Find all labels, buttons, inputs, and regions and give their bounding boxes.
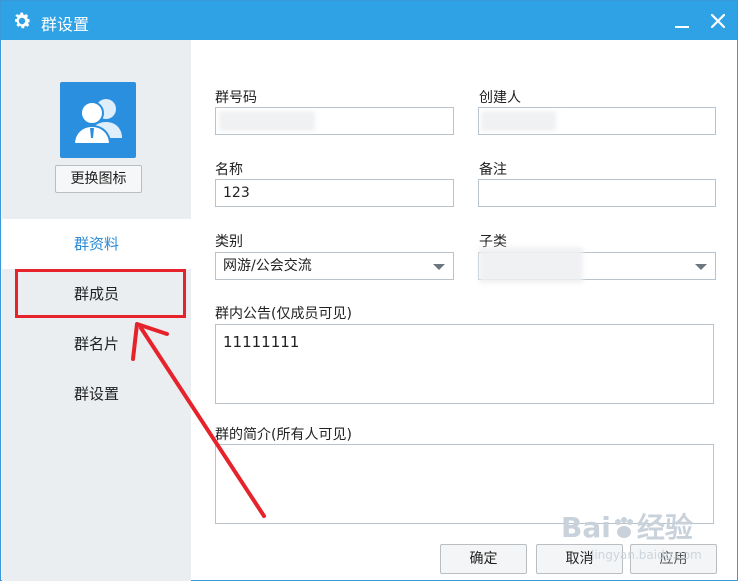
- watermark-url: jingyan.baidu.com: [591, 548, 702, 562]
- remark-label: 备注: [479, 162, 507, 178]
- group-number-label: 群号码: [215, 90, 257, 106]
- intro-label: 群的简介(所有人可见): [215, 427, 352, 443]
- watermark-brand-2: 经验: [636, 511, 693, 544]
- baidu-jingyan-watermark: Bai 经验 jingyan.baidu.com: [561, 506, 736, 566]
- gear-icon: [15, 12, 31, 29]
- name-field[interactable]: 123: [215, 179, 454, 207]
- ok-button[interactable]: 确定: [440, 544, 527, 574]
- name-label: 名称: [215, 162, 243, 178]
- sidebar-item-group-settings[interactable]: 群设置: [2, 369, 191, 419]
- redacted-creator: [481, 111, 556, 131]
- chevron-down-icon: [433, 264, 445, 270]
- category-select[interactable]: 网游/公会交流: [215, 252, 454, 280]
- creator-label: 创建人: [479, 90, 521, 106]
- sidebar-item-group-info[interactable]: 群资料: [2, 219, 191, 269]
- category-value: 网游/公会交流: [223, 258, 312, 274]
- announcement-label: 群内公告(仅成员可见): [215, 306, 352, 322]
- remark-field[interactable]: [478, 179, 716, 207]
- close-icon[interactable]: [706, 9, 730, 33]
- group-users-icon: [72, 99, 122, 145]
- group-settings-window: 群设置 更换图标 群资料 群成员 群名片 群设置 群号码 名称 123 类别 网…: [0, 0, 738, 581]
- category-label: 类别: [215, 234, 243, 250]
- chevron-down-icon: [695, 264, 707, 270]
- paw-icon: [614, 517, 633, 538]
- change-icon-button[interactable]: 更换图标: [55, 165, 142, 193]
- title-bar: 群设置: [1, 1, 737, 40]
- minimize-icon[interactable]: [670, 9, 694, 33]
- redacted-subcategory: [479, 247, 583, 283]
- annotation-highlight-box: [15, 269, 186, 318]
- redacted-group-number: [219, 111, 315, 131]
- watermark-brand: Bai: [561, 511, 611, 544]
- announcement-textarea[interactable]: 11111111: [215, 324, 714, 404]
- sidebar-item-group-card[interactable]: 群名片: [2, 319, 191, 369]
- group-avatar: [60, 82, 136, 158]
- window-title: 群设置: [41, 15, 90, 34]
